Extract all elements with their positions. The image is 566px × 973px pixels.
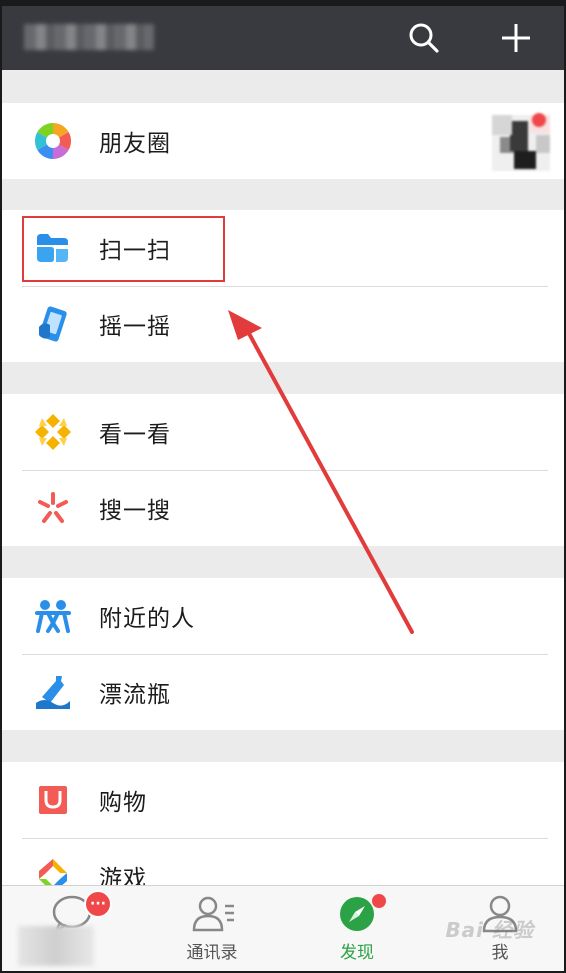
search-search-icon [34, 489, 72, 527]
chats-unread-badge: ··· [84, 890, 112, 918]
tab-contacts-label: 通讯录 [186, 943, 238, 963]
bottom-tab-bar: ··· 通讯录 发现 我 Bai 经验 [2, 885, 564, 971]
search-button[interactable] [402, 16, 446, 60]
list-item-moments[interactable]: 朋友圈 [2, 103, 564, 179]
group-moments: 朋友圈 [2, 103, 564, 179]
group-nearby-bottle: 附近的人 漂流瓶 [2, 578, 564, 730]
list-item-people-nearby[interactable]: 附近的人 [2, 578, 564, 654]
people-nearby-label: 附近的人 [99, 606, 195, 632]
wechat-discover-screen: 朋友圈 扫一扫 摇一摇 看一看 搜一搜 附近的人 漂流瓶 购物 游戏 ··· 通… [2, 6, 564, 971]
list-item-shopping[interactable]: 购物 [2, 762, 564, 838]
drift-bottle-label: 漂流瓶 [99, 682, 171, 708]
watermark: Bai 经验 [445, 918, 534, 942]
shake-icon [34, 305, 72, 343]
tab-chats[interactable]: ··· [2, 886, 142, 971]
drift-bottle-icon [34, 673, 72, 711]
list-item-top-stories[interactable]: 看一看 [2, 394, 564, 470]
moments-new-dot [532, 113, 546, 127]
blurred-avatar [18, 926, 94, 966]
tab-contacts[interactable]: 通讯录 [142, 886, 282, 971]
search-icon [409, 23, 439, 53]
annotation-highlight-box [22, 216, 225, 282]
list-item-search[interactable]: 搜一搜 [2, 470, 564, 546]
people-nearby-icon [34, 597, 72, 635]
shake-label: 摇一摇 [99, 314, 171, 340]
shopping-label: 购物 [99, 790, 147, 816]
top-stories-label: 看一看 [99, 422, 171, 448]
list-item-drift-bottle[interactable]: 漂流瓶 [2, 654, 564, 730]
add-button[interactable] [494, 16, 538, 60]
group-look-search: 看一看 搜一搜 [2, 394, 564, 546]
shopping-icon [34, 781, 72, 819]
moments-label: 朋友圈 [99, 131, 171, 157]
list-item-shake[interactable]: 摇一摇 [2, 286, 564, 362]
discover-new-dot [372, 894, 386, 908]
contacts-icon [192, 896, 234, 932]
top-bar [2, 6, 564, 70]
plus-icon [502, 24, 530, 52]
tab-discover-label: 发现 [340, 943, 374, 963]
tab-discover[interactable]: 发现 [287, 886, 427, 971]
blurred-title [24, 24, 154, 50]
moments-icon [34, 122, 72, 160]
moments-thumbnail [492, 113, 550, 171]
discover-icon [340, 897, 374, 931]
top-stories-icon [34, 413, 72, 451]
search-search-label: 搜一搜 [99, 498, 171, 524]
